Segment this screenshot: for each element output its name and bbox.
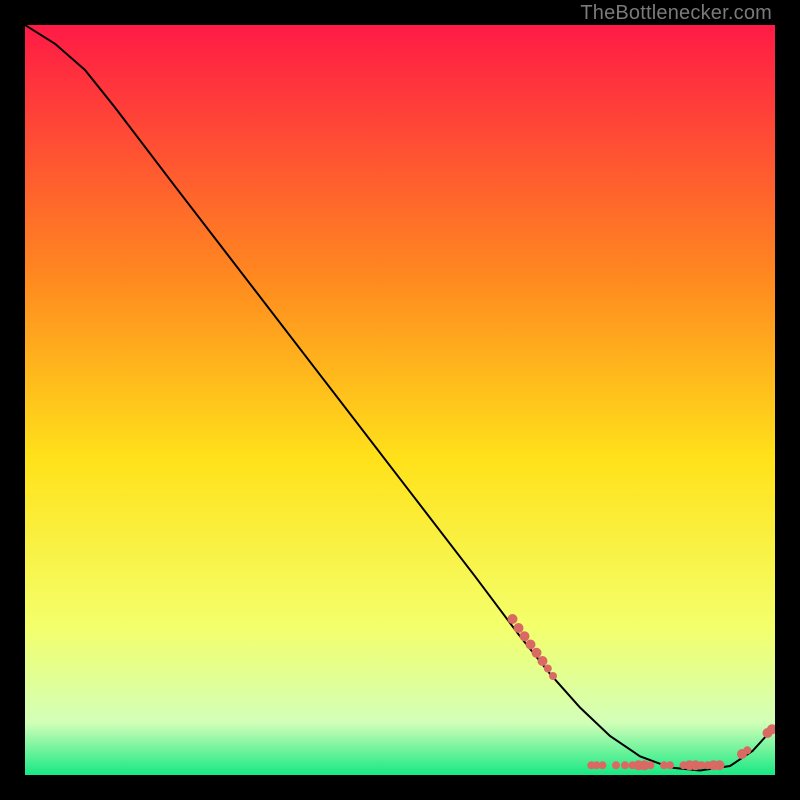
data-point — [544, 665, 552, 673]
data-point — [549, 672, 557, 680]
chart-area — [25, 25, 775, 775]
data-point — [612, 761, 620, 769]
data-point — [647, 761, 655, 769]
data-point — [599, 761, 607, 769]
data-point — [520, 631, 530, 641]
data-point — [743, 746, 751, 754]
data-point — [532, 648, 542, 658]
data-point — [666, 761, 674, 769]
data-point — [514, 623, 524, 633]
data-point — [526, 640, 536, 650]
data-point — [715, 760, 725, 770]
watermark-text: TheBottlenecker.com — [580, 2, 772, 25]
data-point — [538, 656, 548, 666]
chart-svg — [25, 25, 775, 775]
data-point — [508, 614, 518, 624]
data-point — [621, 761, 629, 769]
